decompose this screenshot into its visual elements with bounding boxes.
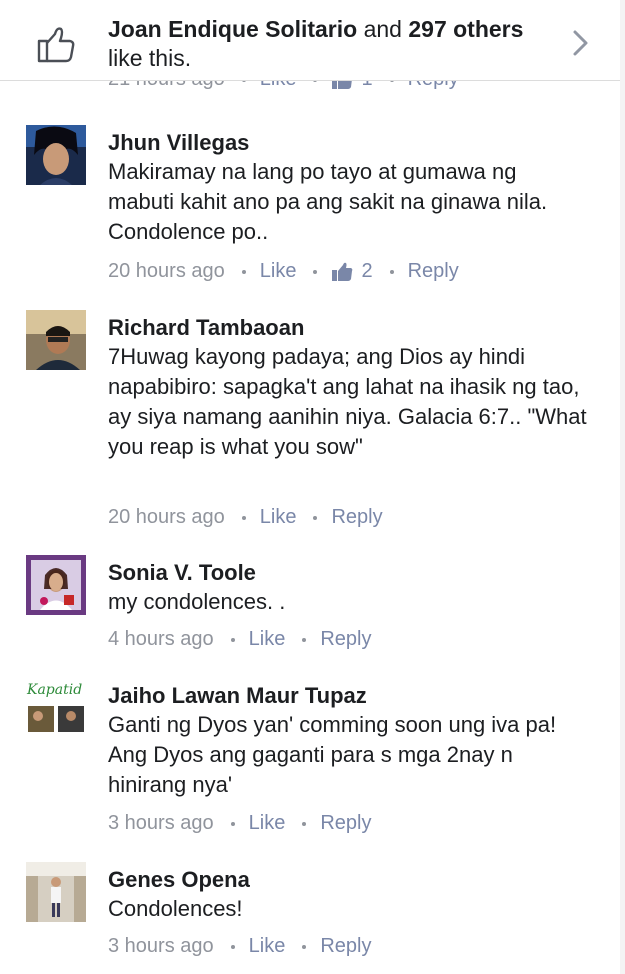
likes-summary-text: Joan Endique Solitario and 297 others li… [108, 15, 523, 73]
commenter-name[interactable]: Genes Opena [108, 866, 250, 894]
separator-dot [313, 515, 318, 520]
thumbs-up-icon [37, 27, 75, 63]
like-link[interactable]: Like [249, 628, 286, 651]
likes-and: and [363, 16, 402, 42]
avatar[interactable] [26, 862, 86, 922]
like-link[interactable]: Like [249, 812, 286, 835]
comment-text: my condolences. . [108, 589, 286, 614]
avatar[interactable] [26, 125, 86, 185]
separator-dot [302, 821, 307, 826]
like-link[interactable]: Like [260, 260, 297, 283]
comment-time: 20 hours ago [108, 260, 225, 282]
page-edge [620, 0, 625, 974]
separator-dot [230, 637, 235, 642]
comment-time: 4 hours ago [108, 628, 214, 650]
likes-summary-bar[interactable]: Joan Endique Solitario and 297 others li… [0, 0, 620, 81]
separator-dot [302, 944, 307, 949]
comment-text: Condolences! [108, 896, 243, 921]
comment-text: 7Huwag kayong padaya; ang Dios ay hindi … [108, 344, 587, 459]
like-link[interactable]: Like [260, 506, 297, 529]
comment-text: Ganti ng Dyos yan' comming soon ung iva … [108, 712, 557, 797]
separator-dot [313, 269, 318, 274]
commenter-name[interactable]: Jhun Villegas [108, 129, 249, 157]
comment-meta: 20 hours ago Like 2 Reply [108, 260, 459, 283]
comment-text: Makiramay na lang po tayo at gumawa ng m… [108, 159, 548, 244]
avatar-logo-text: Kapatid [26, 682, 82, 698]
separator-dot [230, 821, 235, 826]
avatar[interactable]: Kapatid [26, 678, 86, 738]
like-reaction-icon [332, 262, 353, 281]
reply-link[interactable]: Reply [320, 935, 371, 958]
chevron-right-icon[interactable] [570, 28, 592, 58]
comment-time: 3 hours ago [108, 935, 214, 957]
comment-meta: 20 hours ago Like Reply [108, 506, 383, 529]
comment-meta: 3 hours ago Like Reply [108, 935, 371, 958]
reply-link[interactable]: Reply [331, 506, 382, 529]
reply-link[interactable]: Reply [320, 812, 371, 835]
commenter-name[interactable]: Richard Tambaoan [108, 314, 304, 342]
separator-dot [389, 269, 394, 274]
reaction-count[interactable]: 2 [361, 260, 372, 283]
avatar[interactable] [26, 555, 86, 615]
separator-dot [241, 515, 246, 520]
likes-others-count[interactable]: 297 others [408, 16, 523, 42]
reply-link[interactable]: Reply [320, 628, 371, 651]
comment-meta: 3 hours ago Like Reply [108, 812, 371, 835]
liker-name[interactable]: Joan Endique Solitario [108, 16, 357, 42]
separator-dot [302, 637, 307, 642]
avatar[interactable] [26, 310, 86, 370]
comment-meta: 4 hours ago Like Reply [108, 628, 371, 651]
commenter-name[interactable]: Sonia V. Toole [108, 559, 256, 587]
comments-page: Joan Endique Solitario and 297 others li… [0, 0, 621, 974]
commenter-name[interactable]: Jaiho Lawan Maur Tupaz [108, 682, 367, 710]
comment-time: 3 hours ago [108, 812, 214, 834]
reply-link[interactable]: Reply [408, 260, 459, 283]
separator-dot [230, 944, 235, 949]
separator-dot [241, 269, 246, 274]
comment-time: 20 hours ago [108, 506, 225, 528]
likes-line2: like this. [108, 45, 192, 71]
like-link[interactable]: Like [249, 935, 286, 958]
